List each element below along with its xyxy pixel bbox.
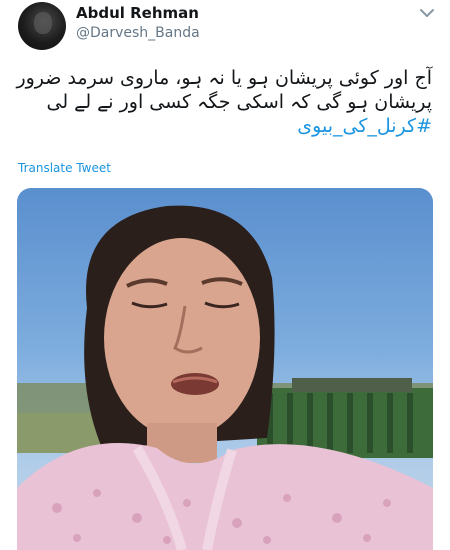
video-frame [17, 205, 433, 550]
hashtag-link[interactable]: #کرنل_کی_بیوی [16, 114, 432, 138]
tweet-text-line: پریشان ہو گی کہ اسکی جگہ کسی اور نے لے ل… [46, 91, 432, 113]
user-handle[interactable]: @Darvesh_Banda [76, 25, 200, 41]
translate-tweet-link[interactable]: Translate Tweet [18, 161, 111, 175]
tweet-media-video[interactable] [17, 188, 433, 550]
chevron-down-icon[interactable] [418, 6, 436, 20]
avatar[interactable] [18, 2, 66, 50]
tweet-text-line: آج اور کوئی پریشان ہو یا نہ ہو، ماروی سر… [16, 67, 432, 89]
display-name[interactable]: Abdul Rehman [76, 4, 199, 22]
tweet-text: آج اور کوئی پریشان ہو یا نہ ہو، ماروی سر… [16, 66, 432, 138]
avatar-silhouette [34, 12, 52, 34]
